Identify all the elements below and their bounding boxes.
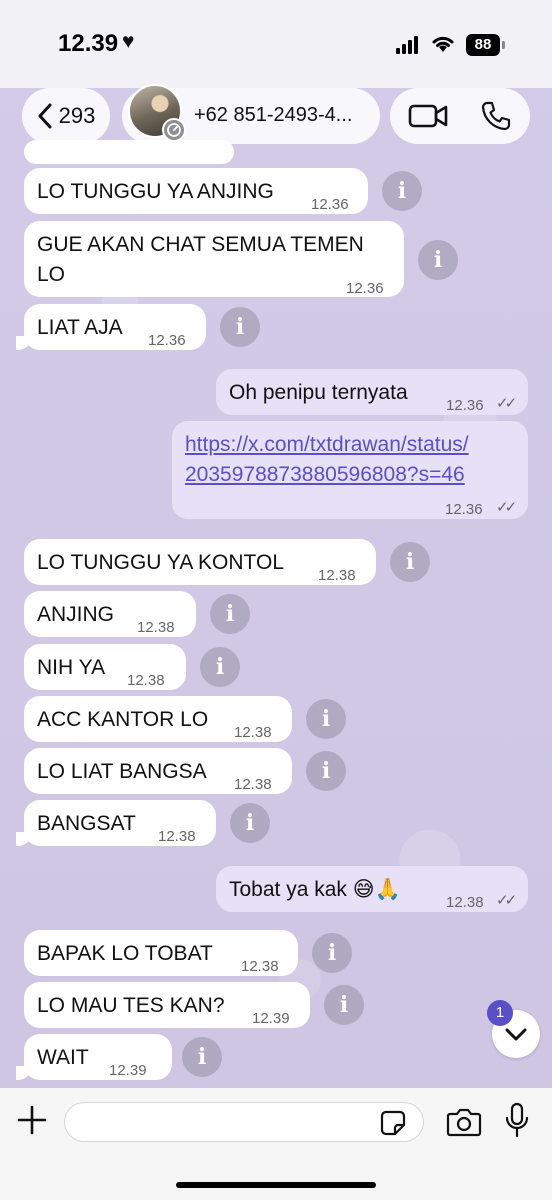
info-icon[interactable]: i (220, 307, 260, 347)
message-input[interactable] (64, 1102, 424, 1142)
message-link[interactable]: https://x.com/txtdrawan/status/ (185, 430, 469, 460)
unread-chats-count: 293 (58, 103, 96, 128)
read-receipt-icon: ✓✓ (496, 499, 517, 516)
message-bubble-partial (24, 140, 234, 164)
wifi-icon (432, 36, 454, 52)
message-text: Oh penipu ternyata (229, 381, 408, 404)
message-text: LIAT AJA (37, 316, 123, 339)
message-bubble[interactable]: LO LIAT BANGSA 12.38 (24, 748, 292, 794)
microphone-icon[interactable] (504, 1102, 530, 1140)
message-text: BANGSAT (37, 812, 136, 835)
info-icon[interactable]: i (210, 594, 250, 634)
message-text: Tobat ya kak 😅🙏 (229, 878, 401, 901)
message-bubble-outgoing[interactable]: Oh penipu ternyata 12.36 ✓✓ (216, 369, 528, 415)
message-time: 12.38 (127, 672, 165, 689)
video-call-icon[interactable] (408, 102, 448, 130)
message-bubble[interactable]: ACC KANTOR LO 12.38 (24, 696, 292, 742)
chevron-left-icon (38, 103, 52, 129)
camera-icon[interactable] (446, 1106, 482, 1138)
read-receipt-icon: ✓✓ (496, 892, 517, 909)
message-text: GUE AKAN CHAT SEMUA TEMEN (37, 233, 364, 256)
info-icon[interactable]: i (200, 647, 240, 687)
phone-call-icon[interactable] (480, 100, 512, 132)
status-time: 12.39 (58, 30, 119, 57)
info-icon[interactable]: i (306, 751, 346, 791)
message-bubble[interactable]: WAIT 12.39 (24, 1034, 172, 1080)
message-time: 12.38 (241, 958, 279, 975)
heart-icon: ♥ (122, 30, 135, 53)
message-bubble[interactable]: GUE AKAN CHAT SEMUA TEMEN LO 12.36 (24, 221, 404, 297)
message-time: 12.36 (446, 397, 484, 414)
message-time: 12.38 (318, 567, 356, 584)
message-bubble[interactable]: BANGSAT 12.38 (24, 800, 216, 846)
message-time: 12.38 (446, 894, 484, 911)
contact-name: +62 851-2493-4... (194, 104, 353, 126)
message-text-line2: LO (37, 263, 66, 286)
message-time: 12.36 (445, 501, 483, 518)
message-text: LO TUNGGU YA KONTOL (37, 551, 285, 574)
info-icon[interactable]: i (324, 985, 364, 1025)
message-time: 12.38 (137, 619, 175, 636)
status-bar: 12.39 ♥ 88 (0, 0, 552, 88)
contact-info-button[interactable]: +62 851-2493-4... (122, 84, 380, 144)
disappearing-timer-icon (162, 118, 186, 142)
message-time: 12.36 (346, 280, 384, 297)
message-time: 12.36 (311, 196, 349, 213)
message-bubble[interactable]: LO MAU TES KAN? 12.39 (24, 982, 310, 1028)
home-indicator (176, 1182, 376, 1188)
message-bubble[interactable]: LO TUNGGU YA ANJING 12.36 (24, 168, 368, 214)
plus-icon[interactable] (16, 1104, 48, 1136)
message-text: LO LIAT BANGSA (37, 760, 207, 783)
info-icon[interactable]: i (312, 933, 352, 973)
message-text: LO MAU TES KAN? (37, 994, 225, 1017)
call-actions (390, 88, 530, 144)
message-bubble-outgoing[interactable]: https://x.com/txtdrawan/status/ 20359788… (172, 421, 528, 519)
back-button[interactable]: 293 (22, 88, 110, 144)
message-time: 12.38 (234, 776, 272, 793)
info-icon[interactable]: i (182, 1037, 222, 1077)
message-bubble[interactable]: BAPAK LO TOBAT 12.38 (24, 930, 298, 976)
sticker-icon[interactable] (380, 1110, 406, 1136)
message-time: 12.38 (234, 724, 272, 741)
message-time: 12.39 (109, 1062, 147, 1079)
info-icon[interactable]: i (230, 803, 270, 843)
unread-badge: 1 (487, 1000, 513, 1026)
info-icon[interactable]: i (382, 171, 422, 211)
message-link-line2[interactable]: 2035978873880596808?s=46 (185, 460, 465, 490)
info-icon[interactable]: i (418, 240, 458, 280)
battery-tip (502, 41, 505, 49)
message-text: ANJING (37, 603, 115, 626)
battery-indicator: 88 (466, 34, 500, 56)
read-receipt-icon: ✓✓ (496, 395, 517, 412)
message-text: NIH YA (37, 656, 106, 679)
cellular-signal-icon (396, 36, 422, 54)
message-bubble[interactable]: ANJING 12.38 (24, 591, 196, 637)
message-text: WAIT (37, 1046, 89, 1069)
message-bubble[interactable]: LIAT AJA 12.36 (24, 304, 206, 350)
message-text: ACC KANTOR LO (37, 708, 209, 731)
info-icon[interactable]: i (390, 542, 430, 582)
message-bubble[interactable]: NIH YA 12.38 (24, 644, 186, 690)
message-text: LO TUNGGU YA ANJING (37, 180, 274, 203)
message-text: BAPAK LO TOBAT (37, 942, 213, 965)
message-time: 12.39 (252, 1010, 290, 1027)
message-bubble[interactable]: LO TUNGGU YA KONTOL 12.38 (24, 539, 376, 585)
message-time: 12.36 (148, 332, 186, 349)
message-time: 12.38 (158, 828, 196, 845)
info-icon[interactable]: i (306, 699, 346, 739)
message-bubble-outgoing[interactable]: Tobat ya kak 😅🙏 12.38 ✓✓ (216, 866, 528, 912)
